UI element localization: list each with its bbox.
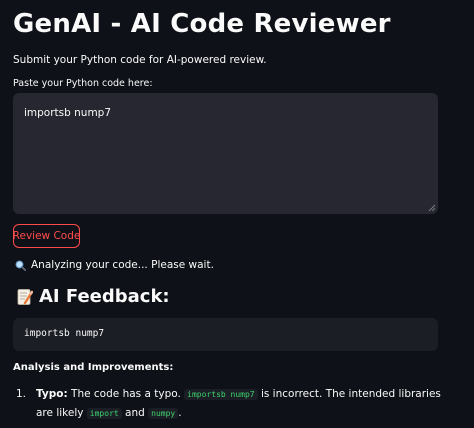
page-title: GenAI - AI Code Reviewer: [13, 9, 391, 39]
page-subtitle: Submit your Python code for AI-powered r…: [13, 54, 267, 66]
status-text: Analyzing your code... Please wait.: [31, 259, 214, 271]
code-input-label: Paste your Python code here:: [13, 78, 153, 89]
list-item-title: Typo:: [36, 388, 68, 400]
resize-handle-icon[interactable]: [428, 204, 435, 211]
feedback-heading-text: AI Feedback:: [39, 286, 170, 307]
inline-code: importsb nump7: [184, 389, 258, 400]
list-item-text: .: [178, 407, 182, 419]
list-item: 1. Typo: The code has a typo. importsb n…: [13, 385, 453, 423]
inline-code: import: [86, 408, 122, 419]
code-textarea[interactable]: importsb nump7: [13, 93, 438, 214]
analysis-heading: Analysis and Improvements:: [13, 362, 174, 373]
list-item-text: The code has a typo.: [71, 388, 181, 400]
memo-icon: [17, 288, 33, 305]
list-item-text: and: [125, 407, 145, 419]
status-message: Analyzing your code... Please wait.: [15, 259, 214, 271]
inline-code: numpy: [148, 408, 179, 419]
review-code-button[interactable]: Review Code: [13, 224, 80, 248]
feedback-code-block: importsb nump7: [13, 318, 438, 351]
list-item-body: Typo: The code has a typo. importsb nump…: [36, 385, 453, 423]
app-page: GenAI - AI Code Reviewer Submit your Pyt…: [0, 0, 474, 428]
code-textarea-value: importsb nump7: [24, 107, 112, 119]
feedback-heading: AI Feedback:: [17, 286, 170, 307]
list-item-number: 1.: [16, 388, 27, 400]
magnifier-icon: [15, 260, 26, 271]
